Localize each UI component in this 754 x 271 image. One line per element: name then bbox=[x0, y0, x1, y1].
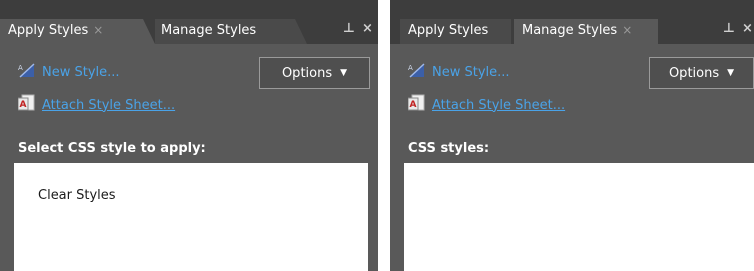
options-label: Options bbox=[668, 65, 720, 81]
tab-apply-styles[interactable]: Apply Styles bbox=[400, 19, 511, 44]
css-style-list[interactable]: Clear Styles bbox=[14, 163, 368, 271]
dropdown-arrow-icon: ▼ bbox=[727, 68, 735, 78]
dropdown-arrow-icon: ▼ bbox=[340, 68, 348, 78]
attach-style-sheet-link[interactable]: A Attach Style Sheet... bbox=[407, 94, 566, 116]
attach-style-sheet-icon: A bbox=[17, 94, 36, 116]
close-icon[interactable]: × bbox=[362, 21, 373, 37]
tab-manage-styles[interactable]: Manage Styles × bbox=[514, 19, 658, 44]
tab-manage-styles[interactable]: Manage Styles bbox=[155, 19, 295, 44]
tab-label: Manage Styles bbox=[522, 23, 618, 38]
svg-text:A: A bbox=[408, 64, 413, 72]
svg-text:A: A bbox=[410, 100, 417, 110]
panel-separator bbox=[378, 0, 390, 271]
section-label: CSS styles: bbox=[408, 141, 490, 156]
new-style-label: New Style... bbox=[432, 64, 510, 80]
attach-style-sheet-label: Attach Style Sheet... bbox=[432, 97, 566, 113]
pin-icon[interactable]: ⊥ bbox=[723, 21, 735, 37]
apply-styles-panel: Apply Styles × Manage Styles ⊥ × A New St… bbox=[0, 0, 378, 271]
css-styles-list[interactable] bbox=[404, 163, 754, 271]
options-button[interactable]: Options ▼ bbox=[649, 57, 754, 89]
close-icon[interactable]: × bbox=[742, 21, 753, 37]
new-style-link[interactable]: A New Style... bbox=[18, 62, 120, 82]
options-label: Options bbox=[281, 65, 333, 81]
tab-close-icon[interactable]: × bbox=[93, 23, 103, 37]
manage-styles-panel: Apply Styles Manage Styles × ⊥ × A New St… bbox=[390, 0, 754, 271]
tab-slant bbox=[143, 19, 155, 44]
list-item-clear-styles[interactable]: Clear Styles bbox=[38, 188, 116, 203]
tab-label: Apply Styles bbox=[408, 23, 489, 38]
pin-icon[interactable]: ⊥ bbox=[343, 21, 355, 37]
svg-text:A: A bbox=[18, 64, 23, 72]
tab-close-icon[interactable]: × bbox=[622, 23, 632, 37]
new-style-label: New Style... bbox=[42, 64, 120, 80]
tab-apply-styles[interactable]: Apply Styles × bbox=[0, 19, 143, 44]
options-button[interactable]: Options ▼ bbox=[259, 57, 370, 89]
tab-label: Manage Styles bbox=[161, 23, 257, 38]
new-style-icon: A bbox=[18, 62, 36, 82]
tab-label: Apply Styles bbox=[8, 23, 89, 38]
section-label: Select CSS style to apply: bbox=[18, 141, 206, 156]
tab-slant bbox=[295, 19, 307, 44]
svg-text:A: A bbox=[20, 100, 27, 110]
attach-style-sheet-icon: A bbox=[407, 94, 426, 116]
attach-style-sheet-link[interactable]: A Attach Style Sheet... bbox=[17, 94, 176, 116]
new-style-link[interactable]: A New Style... bbox=[408, 62, 510, 82]
tab-strip: Apply Styles Manage Styles × ⊥ × bbox=[390, 0, 754, 44]
attach-style-sheet-label: Attach Style Sheet... bbox=[42, 97, 176, 113]
new-style-icon: A bbox=[408, 62, 426, 82]
tab-strip: Apply Styles × Manage Styles ⊥ × bbox=[0, 0, 378, 44]
